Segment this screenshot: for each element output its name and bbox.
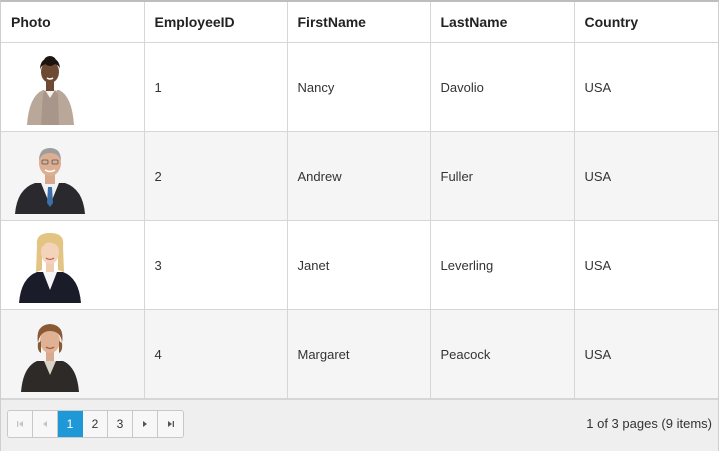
photo-cell[interactable]	[1, 131, 145, 221]
employee-photo-woman-beige-jacket	[27, 55, 74, 125]
last-name-cell[interactable]: Davolio	[430, 42, 575, 132]
country-cell[interactable]: USA	[574, 42, 718, 132]
grid-table: Photo EmployeeID FirstName LastName Coun…	[1, 2, 718, 399]
last-name-cell[interactable]: Fuller	[430, 131, 575, 221]
first-name-cell[interactable]: Nancy	[287, 42, 431, 132]
first-name-cell[interactable]: Janet	[287, 220, 431, 310]
grid-body: 1 Nancy Davolio USA 2 Andrew Fuller USA …	[1, 42, 718, 399]
employee-id-cell[interactable]: 4	[144, 309, 288, 399]
first-page-button[interactable]	[8, 411, 33, 437]
column-header-lastname[interactable]: LastName	[430, 2, 575, 43]
employee-id-cell[interactable]: 3	[144, 220, 288, 310]
pager: 1 2 3 1 of 3 pages (9 items)	[1, 399, 718, 451]
photo-cell[interactable]	[1, 309, 145, 399]
next-page-icon	[143, 421, 147, 427]
last-name-cell[interactable]: Peacock	[430, 309, 575, 399]
employee-photo-woman-blonde	[19, 232, 81, 303]
last-page-button[interactable]	[158, 411, 183, 437]
table-row[interactable]: 1 Nancy Davolio USA	[1, 42, 718, 132]
table-row[interactable]: 2 Andrew Fuller USA	[1, 131, 718, 221]
employee-photo-woman-dark-suit	[21, 323, 79, 392]
column-header-firstname[interactable]: FirstName	[287, 2, 431, 43]
employee-id-cell[interactable]: 1	[144, 42, 288, 132]
next-page-button[interactable]	[133, 411, 158, 437]
table-row[interactable]: 3 Janet Leverling USA	[1, 220, 718, 310]
employee-grid: Photo EmployeeID FirstName LastName Coun…	[0, 0, 719, 451]
column-header-photo[interactable]: Photo	[1, 2, 145, 43]
table-row[interactable]: 4 Margaret Peacock USA	[1, 309, 718, 399]
prev-page-icon	[43, 421, 47, 427]
column-header-country[interactable]: Country	[574, 2, 718, 43]
column-header-employeeid[interactable]: EmployeeID	[144, 2, 288, 43]
page-button-1[interactable]: 1	[58, 411, 83, 437]
header-row: Photo EmployeeID FirstName LastName Coun…	[1, 2, 718, 43]
first-name-cell[interactable]: Margaret	[287, 309, 431, 399]
last-page-icon	[167, 421, 174, 427]
photo-cell[interactable]	[1, 42, 145, 132]
employee-photo-man-suit	[15, 147, 85, 214]
pager-buttons: 1 2 3	[7, 410, 184, 438]
first-page-icon	[17, 421, 23, 427]
country-cell[interactable]: USA	[574, 131, 718, 221]
country-cell[interactable]: USA	[574, 220, 718, 310]
employee-id-cell[interactable]: 2	[144, 131, 288, 221]
pager-info: 1 of 3 pages (9 items)	[586, 416, 712, 431]
first-name-cell[interactable]: Andrew	[287, 131, 431, 221]
country-cell[interactable]: USA	[574, 309, 718, 399]
grid-header: Photo EmployeeID FirstName LastName Coun…	[1, 2, 718, 43]
photo-cell[interactable]	[1, 220, 145, 310]
prev-page-button[interactable]	[33, 411, 58, 437]
page-button-2[interactable]: 2	[83, 411, 108, 437]
last-name-cell[interactable]: Leverling	[430, 220, 575, 310]
page-button-3[interactable]: 3	[108, 411, 133, 437]
